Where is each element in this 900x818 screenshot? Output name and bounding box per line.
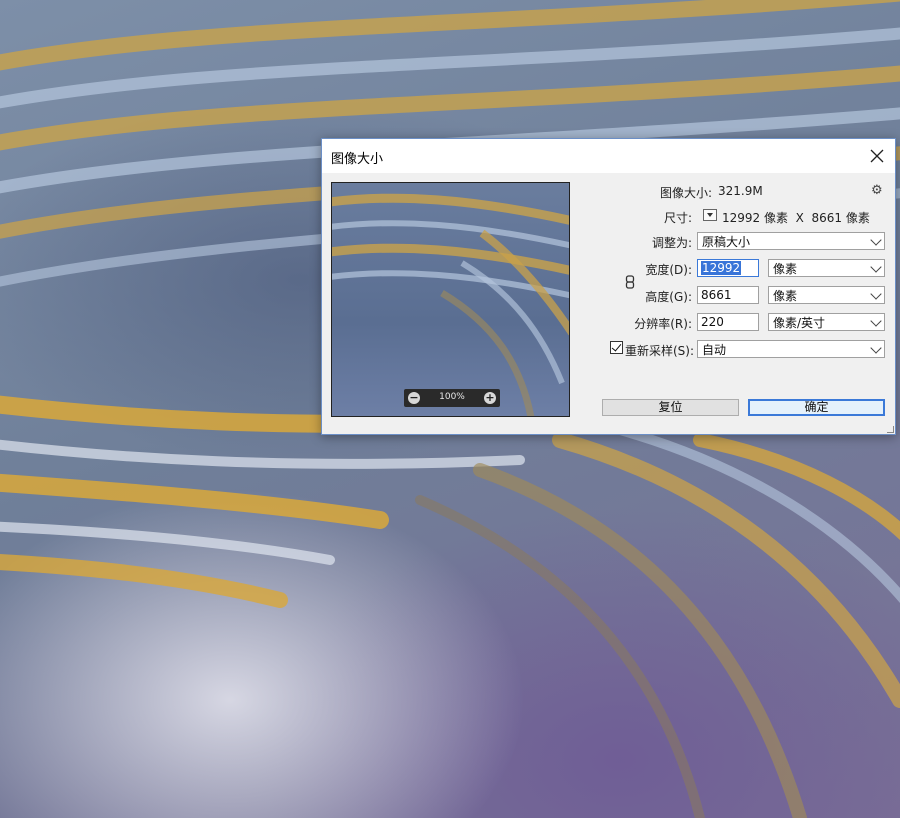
dimensions-value: 12992 像素 X 8661 像素: [722, 211, 870, 225]
image-size-label: 图像大小:: [659, 186, 712, 200]
zoom-in-icon[interactable]: +: [484, 392, 496, 404]
dialog-title: 图像大小: [331, 152, 384, 167]
image-size-dialog: 图像大小 − 100% + 图像大小: 321.9M ⚙ 尺寸: 12992 像…: [321, 138, 896, 435]
dimensions-label: 尺寸:: [663, 211, 692, 225]
height-value: 8661: [701, 288, 732, 302]
width-label: 宽度(D):: [645, 263, 692, 277]
resize-grip[interactable]: [887, 426, 894, 433]
height-label: 高度(G):: [645, 290, 692, 304]
image-preview[interactable]: − 100% +: [331, 182, 570, 417]
dialog-titlebar: 图像大小: [322, 139, 895, 173]
resolution-unit-select[interactable]: 像素/英寸: [768, 313, 885, 331]
width-value: 12992: [701, 261, 742, 275]
width-unit-value: 像素: [773, 262, 798, 276]
reset-button[interactable]: 复位: [602, 399, 739, 416]
chevron-down-icon: [870, 234, 882, 246]
fit-to-select[interactable]: 原稿大小: [697, 232, 885, 250]
chevron-down-icon: [870, 261, 882, 273]
chevron-down-icon: [870, 288, 882, 300]
ok-button[interactable]: 确定: [748, 399, 885, 416]
close-icon[interactable]: [865, 144, 889, 168]
resample-select[interactable]: 自动: [697, 340, 885, 358]
resample-label: 重新采样(S):: [625, 344, 695, 358]
height-unit-select[interactable]: 像素: [768, 286, 885, 304]
chevron-down-icon: [870, 342, 882, 354]
fit-to-value: 原稿大小: [702, 235, 751, 249]
width-input[interactable]: 12992: [697, 259, 759, 277]
height-unit-value: 像素: [773, 289, 798, 303]
preview-image: [332, 193, 569, 416]
zoom-control: − 100% +: [404, 389, 500, 407]
dimensions-units-dropdown[interactable]: [703, 209, 717, 221]
fit-to-label: 调整为:: [651, 236, 692, 250]
gear-icon[interactable]: ⚙: [871, 183, 883, 198]
image-size-value: 321.9M: [718, 184, 763, 198]
width-unit-select[interactable]: 像素: [768, 259, 885, 277]
resample-value: 自动: [702, 343, 727, 357]
resolution-value: 220: [701, 315, 724, 329]
resolution-input[interactable]: 220: [697, 313, 759, 331]
height-input[interactable]: 8661: [697, 286, 759, 304]
chevron-down-icon: [870, 315, 882, 327]
resolution-unit-value: 像素/英寸: [773, 316, 826, 330]
resolution-label: 分辨率(R):: [634, 317, 692, 331]
resample-checkbox[interactable]: [610, 341, 623, 354]
